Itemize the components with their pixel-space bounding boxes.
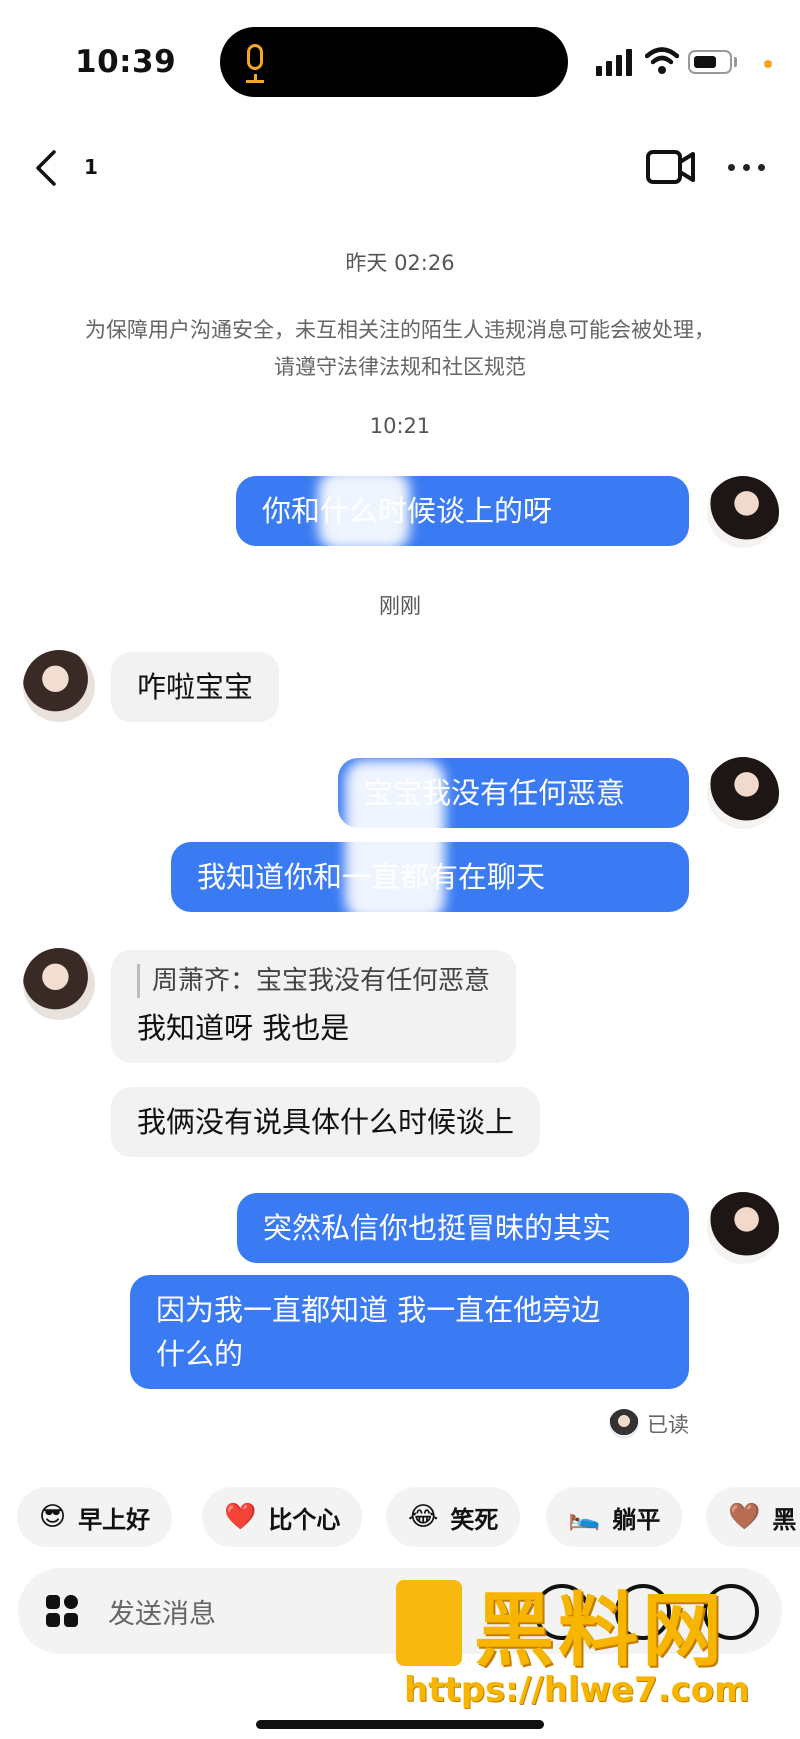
wifi-icon: [645, 47, 679, 74]
read-status: 已读: [647, 1413, 689, 1437]
cool-face-icon: 😎: [39, 1502, 67, 1532]
chip-label: 躺平: [612, 1505, 661, 1534]
outgoing-message[interactable]: 因为我一直都知道 我一直在他旁边 什么的: [130, 1275, 689, 1389]
incoming-message[interactable]: 咋啦宝宝: [111, 652, 280, 722]
message-text: 我知道呀 我也是: [137, 1011, 350, 1045]
chip-label: 黑: [772, 1505, 797, 1534]
home-indicator[interactable]: [256, 1720, 544, 1729]
video-call-icon[interactable]: [645, 149, 697, 185]
timestamp: 昨天 02:26: [345, 251, 455, 275]
timestamp: 10:21: [369, 414, 431, 438]
chip-label: 早上好: [78, 1505, 151, 1534]
message-input[interactable]: 发送消息: [108, 1592, 216, 1631]
quick-reply-heart[interactable]: ❤️ 比个心: [202, 1487, 363, 1547]
microphone-icon-base: [246, 80, 264, 83]
cellular-signal-icon: [596, 48, 636, 76]
microphone-icon: [247, 44, 263, 70]
heart-icon: ❤️: [224, 1502, 257, 1532]
incoming-message-with-quote[interactable]: 周萧齐：宝宝我没有任何恶意 我知道呀 我也是: [111, 950, 517, 1063]
quick-reply-lie-flat[interactable]: 🛌 躺平: [546, 1487, 683, 1547]
contact-avatar[interactable]: [23, 650, 95, 722]
redaction-blur: [345, 760, 445, 920]
chip-label: 比个心: [268, 1505, 341, 1534]
watermark-brand: 黑料网: [474, 1584, 726, 1677]
chip-label: 笑死: [450, 1505, 499, 1534]
back-chevron-icon[interactable]: [30, 148, 60, 188]
outgoing-message[interactable]: 你和什么时候谈上的呀: [236, 476, 689, 546]
unread-count: 1: [84, 155, 98, 179]
status-time: 10:39: [75, 44, 177, 80]
watermark-url: https://hlwe7.com: [404, 1670, 750, 1710]
contact-avatar[interactable]: [23, 948, 95, 1020]
my-avatar[interactable]: [707, 476, 779, 548]
apps-grid-icon[interactable]: [40, 1589, 86, 1635]
timestamp: 刚刚: [379, 594, 421, 618]
battery-level: [694, 56, 716, 68]
safety-notice: 为保障用户沟通安全，未互相关注的陌生人违规消息可能会被处理，请遵守法律法规和社区…: [85, 318, 715, 379]
my-avatar[interactable]: [707, 1192, 779, 1264]
watermark-logo-icon: [396, 1580, 462, 1666]
quick-reply-black[interactable]: 🤎 黑: [706, 1487, 800, 1547]
laughing-face-icon: 😂: [408, 1502, 439, 1532]
my-avatar[interactable]: [707, 757, 779, 829]
dynamic-island: [220, 27, 568, 97]
battery-tip: [734, 57, 737, 67]
more-options-icon[interactable]: [728, 164, 768, 172]
lying-figure-icon: 🛌: [568, 1502, 601, 1532]
quoted-message: 周萧齐：宝宝我没有任何恶意: [137, 964, 490, 998]
incoming-message[interactable]: 我俩没有说具体什么时候谈上: [111, 1087, 541, 1157]
read-receipt-avatar: [609, 1409, 639, 1439]
message-line: 因为我一直都知道 我一直在他旁边: [156, 1293, 601, 1327]
message-line: 什么的: [156, 1337, 244, 1371]
brown-face-icon: 🤎: [728, 1502, 761, 1532]
outgoing-message[interactable]: 突然私信你也挺冒昧的其实: [237, 1193, 689, 1263]
quick-reply-good-morning[interactable]: 😎 早上好: [17, 1487, 173, 1547]
quick-reply-laugh[interactable]: 😂 笑死: [386, 1487, 521, 1547]
privacy-indicator-dot: [764, 60, 772, 68]
redaction-blur: [318, 470, 410, 550]
